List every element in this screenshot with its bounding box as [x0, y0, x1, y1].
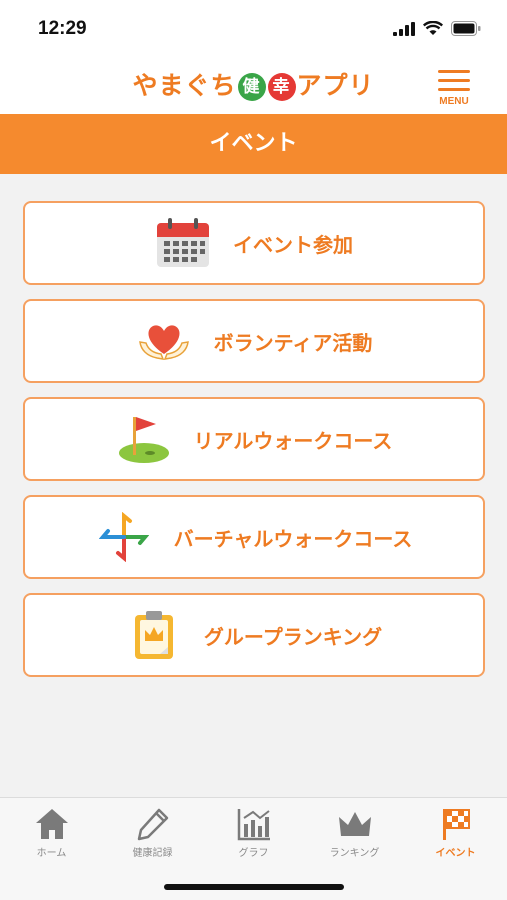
- calendar-icon: [155, 215, 211, 271]
- event-menu-list: イベント参加 ボランティア活動 リアルウォークコース バーチャルウォークコース …: [23, 201, 485, 691]
- page-title-bar: イベント: [0, 114, 507, 174]
- tab-label: イベント: [435, 848, 476, 859]
- tab-health-record[interactable]: 健康記録: [102, 798, 203, 868]
- checkered-flag-icon: [443, 809, 470, 840]
- tab-label: ランキング: [329, 848, 380, 859]
- menu-item-real-walk-course[interactable]: リアルウォークコース: [23, 397, 485, 481]
- menu-item-label: ボランティア活動: [213, 330, 373, 355]
- menu-item-volunteer[interactable]: ボランティア活動: [23, 299, 485, 383]
- logo-suffix: アプリ: [296, 71, 375, 100]
- heart-hands-icon: [136, 313, 192, 369]
- pinwheel-icon: [96, 509, 152, 565]
- menu-item-label: グループランキング: [203, 624, 383, 649]
- battery-icon: [451, 21, 481, 36]
- home-indicator[interactable]: [164, 884, 344, 890]
- status-bar: 12:29: [0, 0, 507, 58]
- tab-label: グラフ: [238, 848, 269, 859]
- status-time: 12:29: [38, 18, 87, 39]
- menu-item-label: リアルウォークコース: [193, 428, 393, 453]
- menu-item-virtual-walk-course[interactable]: バーチャルウォークコース: [23, 495, 485, 579]
- pencil-icon: [137, 808, 169, 841]
- signal-icon: [393, 21, 415, 36]
- home-icon: [36, 809, 68, 839]
- tab-graph[interactable]: グラフ: [203, 798, 304, 868]
- tab-event[interactable]: イベント: [405, 798, 506, 868]
- menu-item-label: バーチャルウォークコース: [173, 526, 413, 551]
- logo-badge-happiness: 幸: [267, 73, 296, 101]
- tab-label: 健康記録: [132, 848, 173, 859]
- chart-icon: [237, 809, 270, 841]
- logo-badge-health: 健: [237, 73, 266, 101]
- tab-home[interactable]: ホーム: [1, 798, 102, 868]
- status-icons: [393, 21, 481, 36]
- app-header: やまぐち健幸アプリ MENU: [0, 58, 507, 114]
- crown-clipboard-icon: [126, 607, 182, 663]
- page-title: イベント: [209, 131, 298, 156]
- menu-label: MENU: [439, 96, 469, 107]
- logo-prefix: やまぐち: [132, 71, 237, 100]
- golf-flag-icon: [116, 411, 172, 467]
- menu-item-label: イベント参加: [233, 232, 353, 257]
- menu-item-event-participation[interactable]: イベント参加: [23, 201, 485, 285]
- crown-icon: [339, 812, 371, 836]
- tab-label: ホーム: [36, 848, 67, 859]
- menu-item-group-ranking[interactable]: グループランキング: [23, 593, 485, 677]
- menu-button[interactable]: MENU: [431, 68, 477, 108]
- wifi-icon: [423, 21, 443, 35]
- tab-ranking[interactable]: ランキング: [304, 798, 405, 868]
